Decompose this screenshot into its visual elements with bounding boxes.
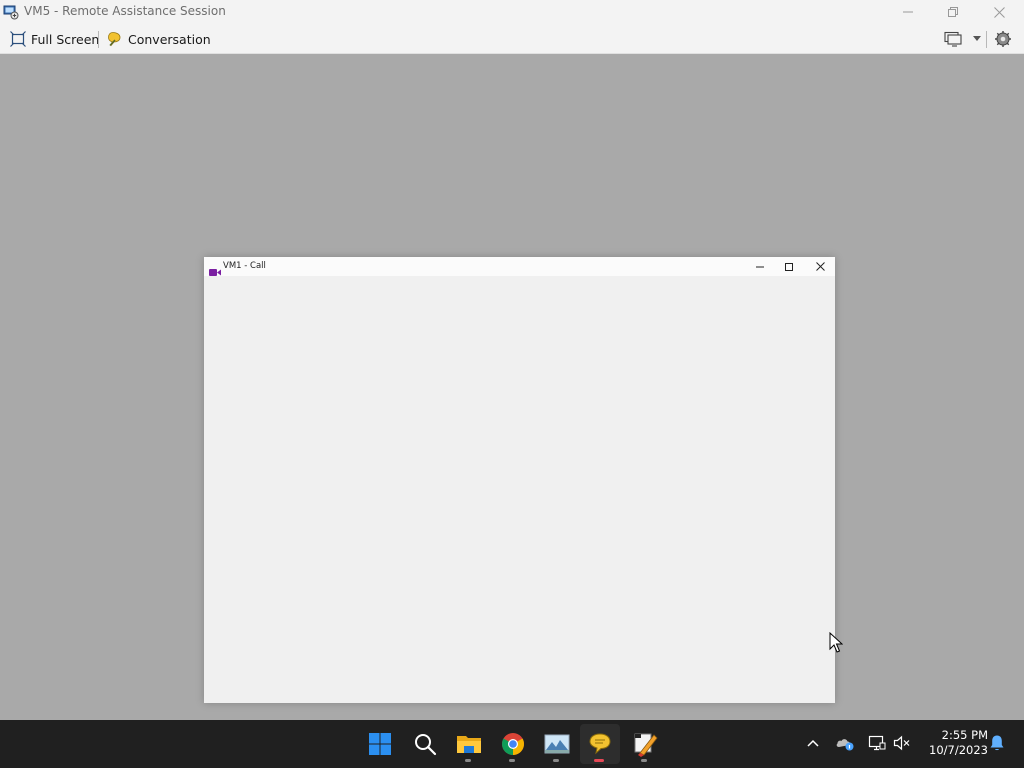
running-indicator — [465, 759, 471, 762]
active-indicator — [594, 759, 604, 762]
remote-assistance-icon — [3, 4, 19, 20]
restore-button[interactable] — [930, 0, 976, 24]
chrome-button[interactable] — [493, 724, 533, 764]
start-icon — [369, 733, 391, 755]
chevron-up-icon — [807, 739, 819, 747]
chrome-icon — [502, 733, 524, 755]
running-indicator — [509, 759, 515, 762]
full-screen-button[interactable]: Full Screen — [10, 29, 99, 49]
network-tray-button[interactable] — [866, 732, 888, 754]
minimize-icon — [756, 266, 764, 267]
clock[interactable]: 2:55 PM 10/7/2023 — [918, 728, 988, 758]
minimize-icon — [903, 11, 913, 13]
call-close-button[interactable] — [809, 259, 831, 274]
mouse-cursor-icon — [829, 631, 844, 658]
call-window-title: VM1 - Call — [223, 261, 266, 271]
running-indicator — [641, 759, 647, 762]
taskbar: 2:55 PM 10/7/2023 — [0, 720, 1024, 768]
file-explorer-button[interactable] — [449, 724, 489, 764]
full-screen-icon — [10, 31, 26, 47]
conversation-label: Conversation — [128, 31, 211, 47]
settings-icon — [995, 31, 1011, 47]
file-explorer-icon — [457, 736, 481, 753]
monitor-icon — [944, 31, 962, 47]
close-icon — [815, 262, 825, 271]
toolbar-divider — [98, 31, 99, 48]
conversation-icon — [108, 32, 121, 47]
chat-button[interactable] — [580, 724, 620, 764]
network-icon — [868, 735, 886, 751]
window-title: VM5 - Remote Assistance Session — [24, 4, 226, 18]
toolbar-divider-right — [986, 31, 987, 48]
bell-icon — [990, 735, 1004, 751]
paint-button[interactable] — [625, 724, 665, 764]
chevron-down-icon — [973, 36, 981, 41]
settings-button[interactable] — [994, 29, 1017, 49]
restore-icon — [948, 7, 958, 17]
close-button[interactable] — [976, 0, 1022, 24]
conversation-button[interactable]: Conversation — [107, 29, 211, 49]
video-camera-icon — [209, 262, 221, 281]
paint-icon — [634, 733, 658, 757]
chat-icon — [589, 733, 611, 755]
cloud-info-icon — [836, 739, 854, 751]
call-maximize-button[interactable] — [778, 259, 800, 274]
photos-icon — [544, 734, 570, 754]
clock-date: 10/7/2023 — [929, 743, 988, 757]
call-minimize-button[interactable] — [749, 259, 771, 274]
toolbar: Full Screen Conversation — [0, 24, 1024, 54]
search-button[interactable] — [405, 724, 445, 764]
running-indicator — [553, 759, 559, 762]
call-window[interactable]: VM1 - Call — [204, 257, 835, 703]
full-screen-label: Full Screen — [31, 31, 100, 47]
call-window-titlebar: VM1 - Call — [204, 257, 835, 276]
clock-time: 2:55 PM — [941, 728, 988, 742]
maximize-icon — [785, 262, 793, 271]
volume-tray-button[interactable] — [891, 732, 913, 754]
close-icon — [993, 6, 1005, 18]
volume-muted-icon — [893, 735, 910, 751]
start-button[interactable] — [360, 724, 400, 764]
display-settings-dropdown[interactable] — [944, 29, 986, 49]
photos-button[interactable] — [537, 724, 577, 764]
onedrive-tray-button[interactable] — [834, 732, 856, 754]
minimize-button[interactable] — [885, 0, 931, 24]
window-titlebar: VM5 - Remote Assistance Session — [0, 0, 1024, 24]
show-hidden-icons-button[interactable] — [802, 732, 824, 754]
notifications-button[interactable] — [986, 732, 1008, 754]
search-icon — [415, 734, 437, 756]
